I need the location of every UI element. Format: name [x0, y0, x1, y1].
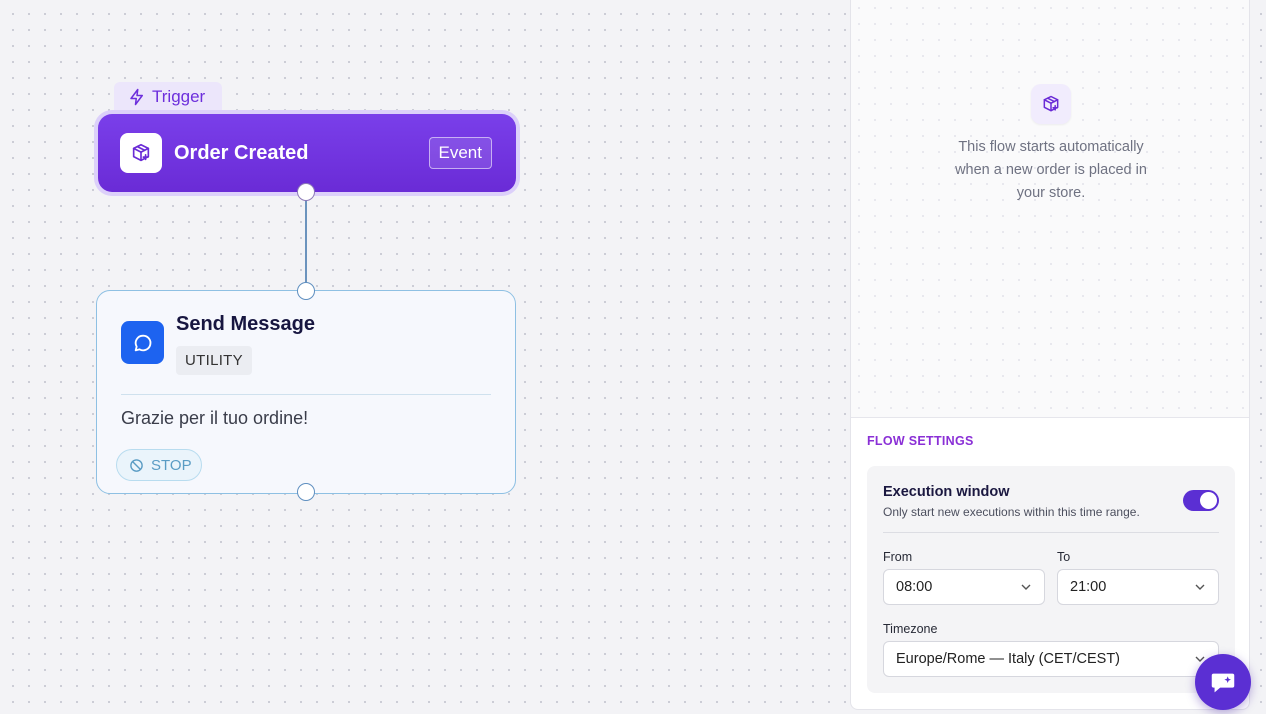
- message-node-title: Send Message: [176, 313, 315, 335]
- message-input-port[interactable]: [297, 282, 315, 300]
- message-node-divider: [121, 394, 491, 395]
- side-panel: This flow starts automatically when a ne…: [850, 0, 1250, 710]
- send-message-node[interactable]: Send Message UTILITY Grazie per il tuo o…: [96, 290, 516, 494]
- execution-window-toggle[interactable]: [1183, 490, 1219, 511]
- execution-window-title: Execution window: [883, 484, 1010, 500]
- card-divider: [883, 532, 1219, 533]
- trigger-node-icon-box: [120, 133, 162, 173]
- package-plus-icon: [132, 143, 150, 162]
- trigger-tab: Trigger: [114, 82, 222, 112]
- chat-sparkle-icon: [1211, 673, 1235, 693]
- panel-preview: This flow starts automatically when a ne…: [851, 0, 1249, 418]
- chat-assistant-button[interactable]: [1195, 654, 1251, 710]
- stop-button[interactable]: STOP: [116, 449, 202, 481]
- timezone-value: Europe/Rome — Italy (CET/CEST): [896, 651, 1120, 667]
- trigger-tab-label: Trigger: [152, 87, 206, 106]
- message-node-icon-box: [121, 321, 164, 364]
- timezone-select[interactable]: Europe/Rome — Italy (CET/CEST): [883, 641, 1219, 677]
- stop-label: STOP: [151, 456, 192, 474]
- flow-description: This flow starts automatically when a ne…: [955, 139, 1147, 201]
- timezone-label: Timezone: [883, 622, 938, 636]
- connection-edge[interactable]: [305, 199, 307, 283]
- trigger-node-title: Order Created: [174, 141, 309, 164]
- ban-icon: [130, 458, 143, 472]
- event-badge: Event: [428, 137, 492, 169]
- chevron-down-icon: [1021, 584, 1031, 590]
- bolt-icon: [130, 88, 143, 106]
- from-select[interactable]: 08:00: [883, 569, 1045, 605]
- package-plus-icon: [1043, 95, 1059, 112]
- to-select[interactable]: 21:00: [1057, 569, 1219, 605]
- flow-canvas[interactable]: Trigger Order Created Event Send Message…: [0, 0, 850, 714]
- execution-window-card: Execution window Only start new executio…: [867, 466, 1235, 693]
- to-value: 21:00: [1070, 579, 1107, 595]
- to-label: To: [1057, 550, 1071, 564]
- message-output-port[interactable]: [297, 483, 315, 501]
- toggle-knob: [1200, 492, 1217, 509]
- category-badge: UTILITY: [176, 346, 252, 375]
- from-label: From: [883, 550, 913, 564]
- chevron-down-icon: [1195, 584, 1205, 590]
- message-preview-text: Grazie per il tuo ordine!: [121, 408, 309, 428]
- trigger-output-port[interactable]: [297, 183, 315, 201]
- panel-icon-box: [1031, 84, 1071, 124]
- from-value: 08:00: [896, 579, 933, 595]
- execution-window-subtitle: Only start new executions within this ti…: [883, 505, 1140, 519]
- message-bubble-icon: [134, 334, 151, 351]
- flow-settings-heading: FLOW SETTINGS: [867, 434, 974, 448]
